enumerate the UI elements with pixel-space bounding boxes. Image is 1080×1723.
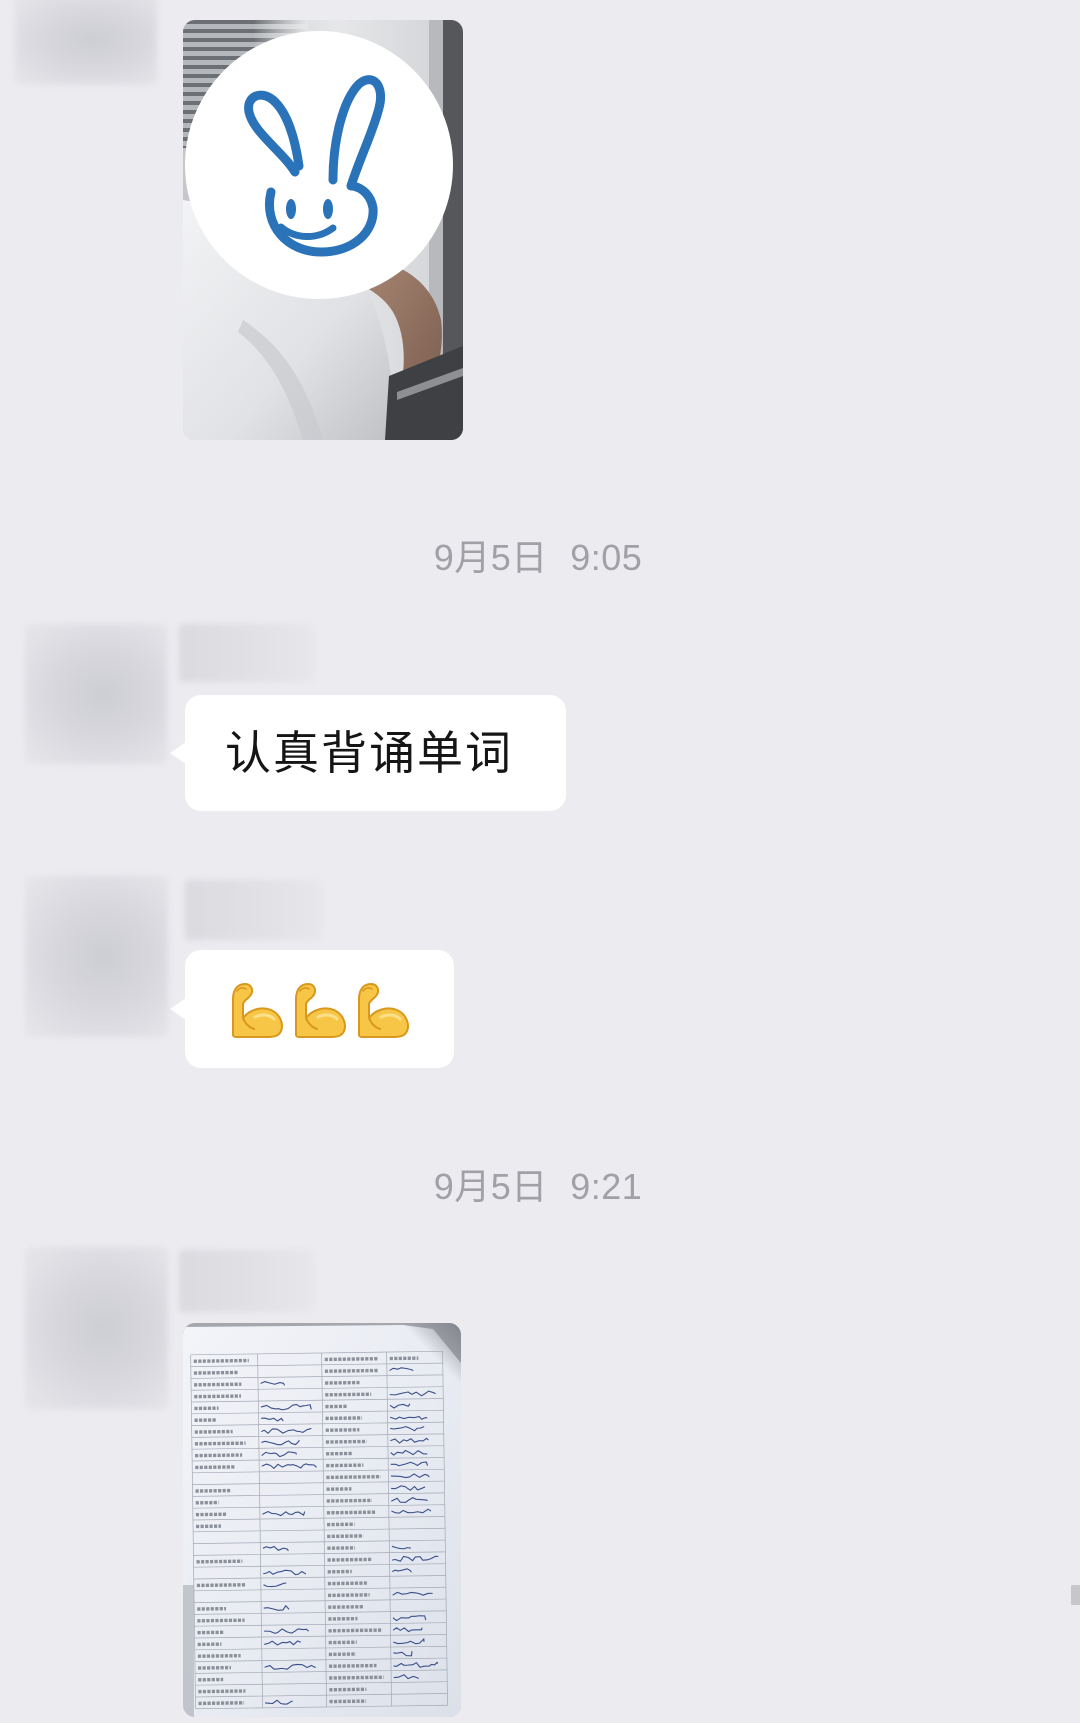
printed-text [327, 1581, 367, 1586]
avatar[interactable] [25, 876, 168, 1037]
paper-shadow [353, 1323, 461, 1393]
flexed-biceps-icon [288, 979, 348, 1039]
worksheet-photo [183, 1323, 461, 1717]
timestamp: 9月5日 9:21 [433, 1166, 643, 1207]
sender-name [185, 880, 322, 940]
printed-text [196, 1559, 243, 1564]
avatar[interactable] [25, 624, 167, 764]
sender-name [179, 1250, 314, 1312]
flexed-biceps-icon [225, 979, 285, 1039]
printed-text [325, 1392, 372, 1397]
printed-text [326, 1498, 373, 1503]
paper-edge-shadow [183, 1585, 194, 1717]
timestamp: 9月5日 9:05 [433, 537, 643, 578]
emoji-message-bubble[interactable] [170, 950, 454, 1068]
scrollbar-thumb[interactable] [1071, 1585, 1080, 1605]
photo-image [183, 20, 463, 440]
printed-text [198, 1701, 245, 1706]
flexed-biceps-icon [351, 979, 411, 1039]
printed-text [194, 1429, 233, 1434]
printed-text [196, 1583, 246, 1588]
text-message-bubble[interactable]: 认真背诵单词 [170, 695, 566, 811]
printed-text [326, 1463, 364, 1468]
photo-message[interactable] [183, 20, 463, 440]
sender-name [179, 624, 314, 682]
avatar[interactable] [15, 0, 157, 85]
avatar[interactable] [25, 1247, 168, 1409]
message-text: 认真背诵单词 [225, 727, 513, 779]
printed-text [326, 1510, 376, 1515]
emoji-row [225, 979, 411, 1039]
image-message[interactable] [183, 1323, 461, 1717]
printed-text [325, 1439, 367, 1444]
printed-text [194, 1441, 246, 1446]
chat-screen: 9月5日 9:05 认真背诵单词 9月5日 9:21 [0, 0, 1080, 1723]
printed-text [195, 1465, 236, 1470]
sticker-circle [185, 31, 453, 299]
